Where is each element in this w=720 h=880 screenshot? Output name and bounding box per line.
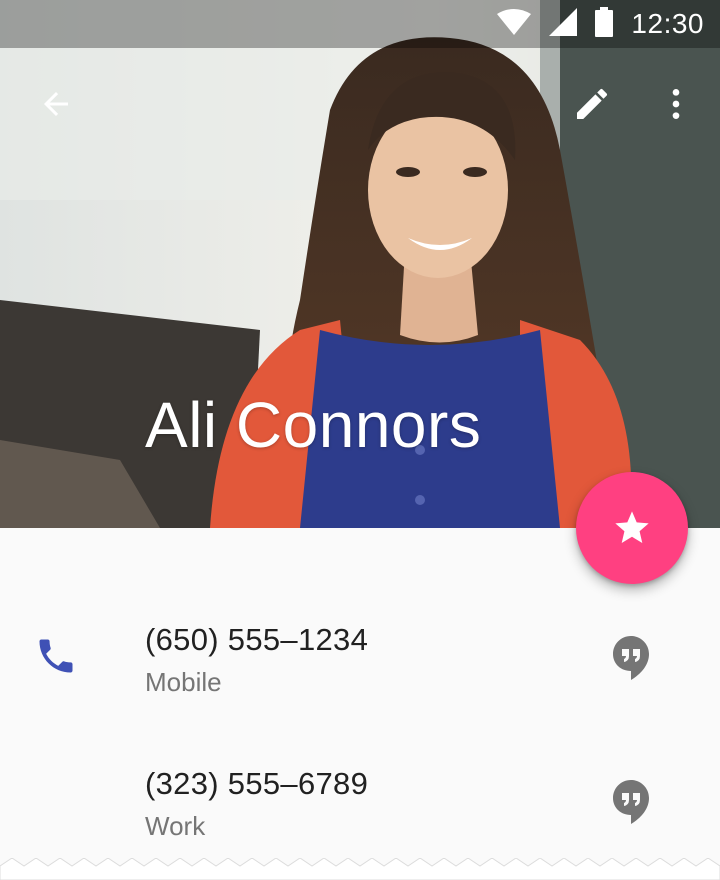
hangouts-message-button[interactable] — [606, 774, 656, 830]
hangouts-icon — [613, 636, 649, 680]
hangouts-message-button[interactable] — [606, 630, 656, 686]
edit-button[interactable] — [564, 76, 620, 132]
phone-number: (323) 555–6789 — [145, 766, 369, 801]
phone-row-mobile[interactable]: (650) 555–1234 Mobile — [0, 610, 720, 730]
battery-icon — [595, 6, 614, 42]
phone-icon — [34, 634, 78, 678]
phone-type: Mobile — [145, 667, 222, 697]
contact-name: Ali Connors — [145, 389, 482, 461]
wifi-icon — [497, 8, 532, 40]
phone-row-work[interactable]: (323) 555–6789 Work — [0, 754, 720, 874]
arrow-back-icon — [44, 92, 68, 116]
contact-header: 12:30 Ali Connors — [0, 0, 720, 528]
back-button[interactable] — [28, 76, 84, 132]
status-time: 12:30 — [631, 8, 704, 39]
more-options-button[interactable] — [648, 76, 704, 132]
torn-edge-divider — [0, 858, 720, 880]
phone-type: Work — [145, 811, 206, 841]
status-bar: 12:30 — [0, 0, 720, 48]
hangouts-icon — [613, 780, 649, 824]
star-icon — [615, 511, 649, 543]
contact-details: (650) 555–1234 Mobile (323) 555–6789 Wor… — [0, 528, 720, 880]
phone-text: (323) 555–6789 Work — [145, 764, 368, 844]
cell-signal-icon — [549, 7, 578, 41]
favorite-fab[interactable] — [576, 472, 688, 584]
phone-text: (650) 555–1234 Mobile — [145, 620, 368, 700]
pencil-icon — [577, 88, 608, 119]
more-vert-icon — [672, 89, 680, 119]
phone-number: (650) 555–1234 — [145, 622, 369, 657]
